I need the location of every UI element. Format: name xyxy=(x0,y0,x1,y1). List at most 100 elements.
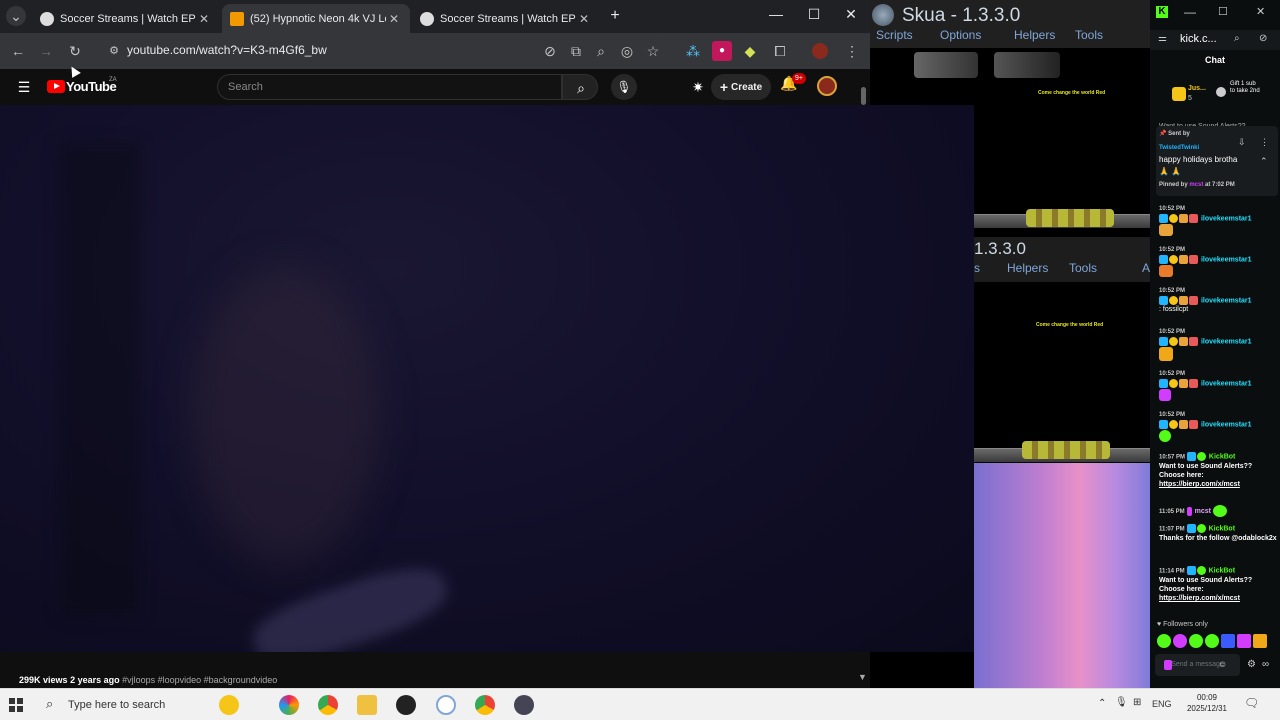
zoom-icon[interactable]: ⌕ xyxy=(591,41,611,61)
menu-scripts[interactable]: Scripts xyxy=(876,28,913,42)
account-avatar[interactable] xyxy=(817,76,837,96)
close-tab-icon[interactable]: ✕ xyxy=(386,12,402,26)
close-icon[interactable]: ✕ xyxy=(833,6,869,23)
pinned-by-user[interactable]: mcst xyxy=(1189,182,1203,188)
chat-username[interactable]: ilovekeemstar1 xyxy=(1201,338,1252,345)
windows-start-icon[interactable] xyxy=(9,698,23,712)
forward-icon[interactable]: → xyxy=(36,41,56,61)
chat-username[interactable]: mcst xyxy=(1195,508,1211,515)
menu-fragment[interactable]: s xyxy=(974,261,980,275)
chat-message[interactable]: 10:52 PM ilovekeemstar1 : fossilcpt xyxy=(1159,287,1252,314)
widget-icon[interactable] xyxy=(219,695,239,715)
video-player[interactable] xyxy=(0,105,974,652)
back-icon[interactable]: ← xyxy=(8,41,28,61)
obs-app-icon[interactable] xyxy=(396,695,416,715)
chat-link[interactable]: https://bierp.com/x/mcst xyxy=(1159,480,1277,489)
chat-settings-icon[interactable]: ⚙ xyxy=(1247,659,1256,670)
system-clock[interactable]: 00:09 2025/12/31 xyxy=(1185,692,1229,714)
chat-message[interactable]: 10:52 PM ilovekeemstar1 xyxy=(1159,205,1252,237)
chat-username[interactable]: ilovekeemstar1 xyxy=(1201,380,1252,387)
minimize-icon[interactable]: — xyxy=(758,6,794,22)
menu-helpers-2[interactable]: Helpers xyxy=(1007,261,1048,275)
more-options-icon[interactable]: ⋮ xyxy=(1260,137,1269,148)
tab-hypnotic-neon[interactable]: (52) Hypnotic Neon 4k VJ Loop ✕ xyxy=(222,4,410,33)
tray-chevron-icon[interactable]: ⌃ xyxy=(1098,698,1106,709)
emoji-picker-icon[interactable]: ☺ xyxy=(1218,659,1227,669)
chat-username[interactable]: ilovekeemstar1 xyxy=(1201,215,1252,222)
menu-a-2[interactable]: A xyxy=(1142,261,1150,275)
chat-message[interactable]: 11:05 PM mcst xyxy=(1159,505,1227,517)
collapse-chevron-icon[interactable]: ⌃ xyxy=(1260,156,1268,167)
chat-username[interactable]: KickBot xyxy=(1209,525,1235,532)
notification-center-icon[interactable]: 🗨 xyxy=(1244,696,1259,710)
menu-options[interactable]: Options xyxy=(940,28,981,42)
eye-off-icon[interactable]: ⊘ xyxy=(1259,33,1267,44)
chat-username[interactable]: ilovekeemstar1 xyxy=(1201,297,1252,304)
cast-icon[interactable]: ⧉ xyxy=(566,41,586,61)
close-icon[interactable]: ✕ xyxy=(1256,5,1265,18)
infinity-icon[interactable]: ∞ xyxy=(1262,659,1269,670)
tracking-off-icon[interactable]: ◎ xyxy=(617,41,637,61)
tab-soccer-streams-1[interactable]: Soccer Streams | Watch EPL On ✕ xyxy=(32,4,220,33)
chat-message[interactable]: 11:14 PM KickBot Want to use Sound Alert… xyxy=(1159,566,1277,603)
minimize-icon[interactable]: — xyxy=(1184,5,1196,19)
menu-kebab-icon[interactable]: ⋮ xyxy=(842,41,862,61)
site-info-icon[interactable]: ⚙ xyxy=(104,41,124,61)
gift-leaderboard[interactable]: Jus... 5 Gift 1 sub to take 2nd xyxy=(1172,81,1280,110)
tab-search-icon[interactable]: ⌄ xyxy=(6,6,26,26)
scrollbar-thumb[interactable] xyxy=(861,87,866,105)
emote-icon[interactable] xyxy=(1189,634,1203,648)
voice-search-button[interactable]: 🎙 xyxy=(611,74,637,100)
skill-icons-2[interactable] xyxy=(1022,441,1110,459)
hamburger-menu-icon[interactable]: ☰ xyxy=(14,77,34,97)
unpin-icon[interactable]: ⇩ xyxy=(1238,137,1246,148)
extension-icon-3[interactable]: ◆ xyxy=(740,41,760,61)
language-indicator[interactable]: ENG xyxy=(1152,699,1172,709)
search-input[interactable]: Search xyxy=(217,74,562,100)
emote-icon[interactable] xyxy=(1237,634,1251,648)
reload-icon[interactable]: ↻ xyxy=(65,41,85,61)
menu-tools-2[interactable]: Tools xyxy=(1069,261,1097,275)
menu-tools[interactable]: Tools xyxy=(1075,28,1103,42)
kick-url[interactable]: kick.c... xyxy=(1180,33,1217,45)
skill-icons[interactable] xyxy=(1026,209,1114,227)
chat-message[interactable]: 10:52 PM ilovekeemstar1 xyxy=(1159,370,1252,402)
hashtags[interactable]: #vjloops #loopvideo #backgroundvideo xyxy=(122,675,277,685)
youtube-logo-icon[interactable] xyxy=(47,80,65,93)
extension-icon-2[interactable]: ● xyxy=(712,41,732,61)
tab-soccer-streams-2[interactable]: Soccer Streams | Watch EPL On ✕ xyxy=(412,4,600,33)
zoom-icon[interactable]: ⌕ xyxy=(1234,33,1240,44)
taskbar-search[interactable]: ⌕ Type here to search xyxy=(38,693,208,717)
sliders-icon[interactable]: ⚌ xyxy=(1158,33,1167,44)
extension-icon-1[interactable]: ⁂ xyxy=(683,41,703,61)
pinned-message[interactable]: 📌 Sent by ⇩ ⋮ TwistedTwinki happy holida… xyxy=(1156,126,1278,196)
close-tab-icon[interactable]: ✕ xyxy=(576,12,592,26)
menu-helpers[interactable]: Helpers xyxy=(1014,28,1055,42)
game-app-icon[interactable] xyxy=(514,695,534,715)
chat-message[interactable]: 11:07 PM KickBot Thanks for the follow @… xyxy=(1159,524,1277,543)
file-explorer-icon[interactable] xyxy=(357,695,377,715)
profile-avatar-icon[interactable] xyxy=(812,43,828,59)
skua-app-icon[interactable] xyxy=(436,695,456,715)
emote-icon[interactable] xyxy=(1205,634,1219,648)
chat-message[interactable]: 10:52 PM ilovekeemstar1 xyxy=(1159,411,1252,443)
chat-username[interactable]: KickBot xyxy=(1209,567,1235,574)
scroll-down-arrow-icon[interactable]: ▼ xyxy=(858,672,867,682)
emote-icon[interactable] xyxy=(1157,634,1171,648)
chat-username[interactable]: ilovekeemstar1 xyxy=(1201,256,1252,263)
chrome-app-icon[interactable] xyxy=(318,695,338,715)
bookmark-star-icon[interactable]: ☆ xyxy=(643,41,663,61)
photos-app-icon[interactable] xyxy=(279,695,299,715)
close-tab-icon[interactable]: ✕ xyxy=(196,12,212,26)
pinned-sender[interactable]: TwistedTwinki xyxy=(1159,145,1199,151)
chat-message[interactable]: 10:57 PM KickBot Want to use Sound Alert… xyxy=(1159,452,1277,489)
maximize-icon[interactable]: ☐ xyxy=(796,6,832,23)
microphone-icon[interactable]: 🎙 xyxy=(1115,697,1128,708)
network-icon[interactable]: ⊞ xyxy=(1133,697,1141,708)
search-button[interactable]: ⌕ xyxy=(562,74,598,100)
emote-icon[interactable] xyxy=(1173,634,1187,648)
eye-off-icon[interactable]: ⊘ xyxy=(540,41,560,61)
dev-extension-icon[interactable]: ✷ xyxy=(688,77,708,97)
new-tab-button[interactable]: + xyxy=(605,6,625,26)
maximize-icon[interactable]: ☐ xyxy=(1218,5,1228,18)
